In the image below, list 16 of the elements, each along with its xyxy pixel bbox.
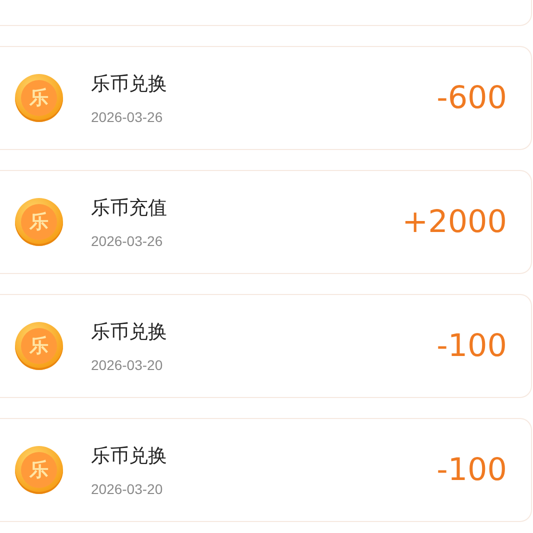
amount: -600: [436, 80, 507, 116]
amount: -100: [436, 452, 507, 488]
record-title: 乐币兑换: [91, 72, 168, 97]
coin-icon: 乐: [15, 446, 63, 494]
record-title: 乐币兑换: [91, 444, 168, 469]
amount: -100: [436, 328, 507, 364]
record-date: 2026-03-26: [91, 233, 164, 249]
coin-icon: 乐: [15, 322, 63, 370]
record-title: 乐币兑换: [91, 320, 168, 345]
record-date: 2026-03-26: [91, 109, 164, 125]
record-date: 2026-03-20: [91, 357, 164, 373]
coin-icon: 乐: [15, 74, 63, 122]
amount: +2000: [402, 204, 507, 240]
coin-icon: 乐: [15, 198, 63, 246]
record-date: 2026-03-20: [91, 481, 164, 497]
record-title: 乐币充值: [91, 196, 168, 221]
